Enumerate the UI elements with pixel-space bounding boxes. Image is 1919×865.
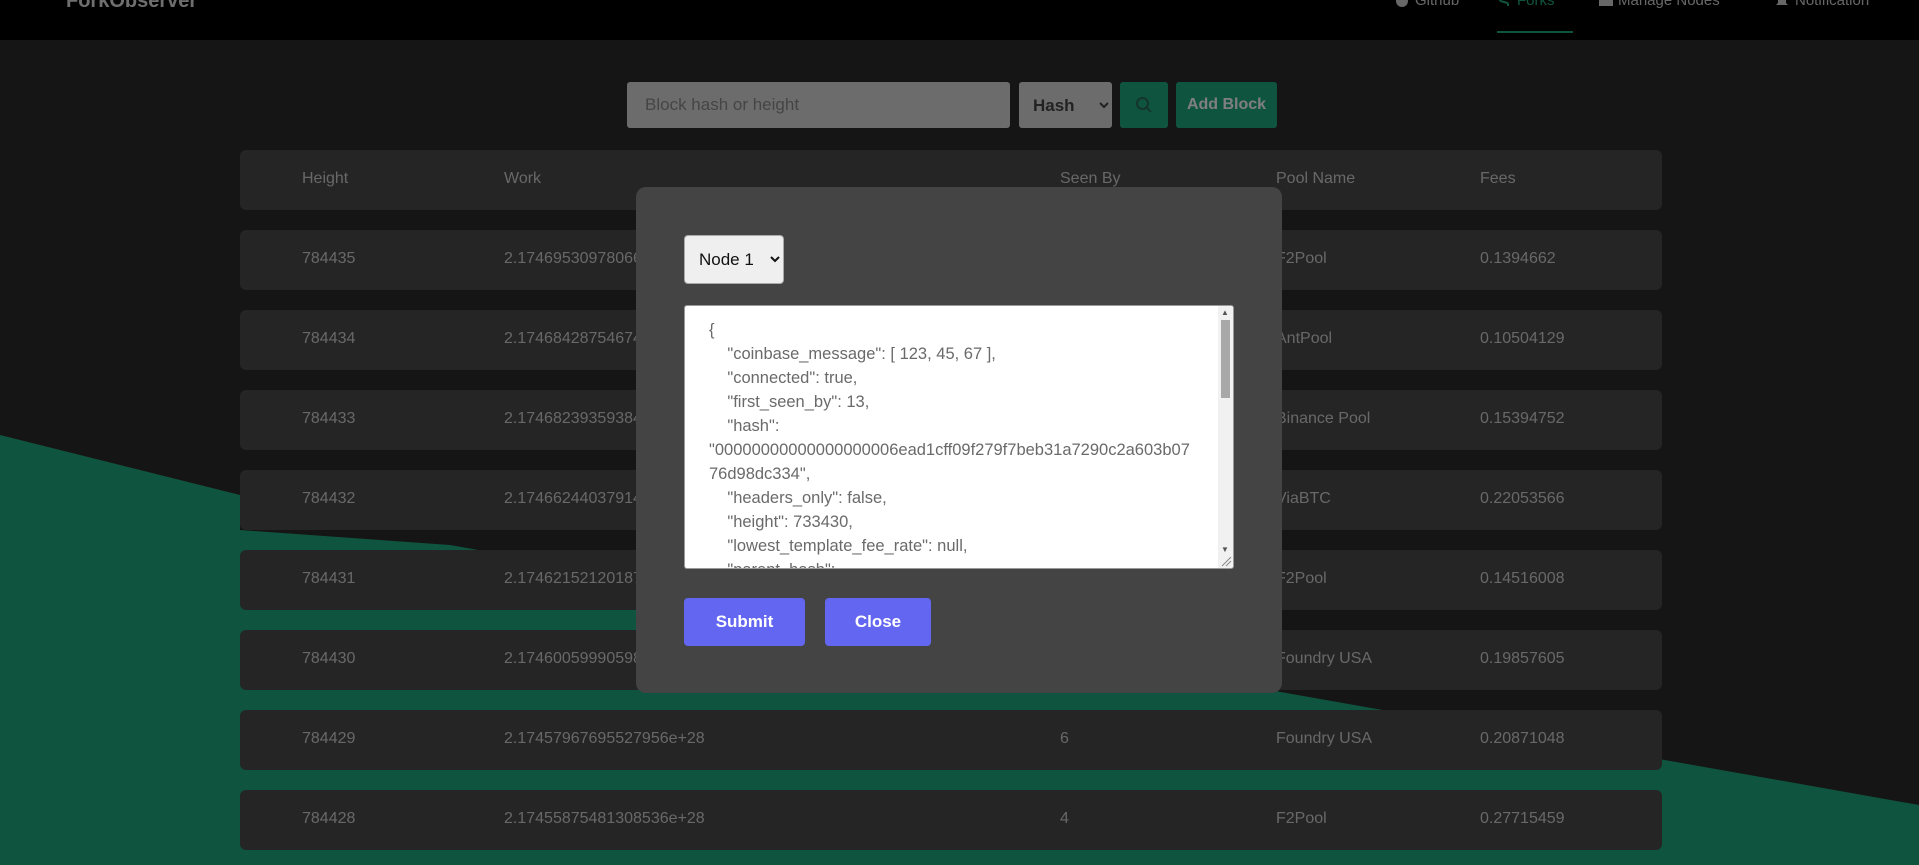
json-content: { "coinbase_message": [ 123, 45, 67 ], "… [709,321,1190,568]
submit-button[interactable]: Submit [684,598,805,646]
scroll-down-arrow-icon[interactable]: ▼ [1221,545,1229,554]
close-button[interactable]: Close [825,598,931,646]
node-select[interactable]: Node 1 [684,235,784,284]
json-textarea[interactable]: { "coinbase_message": [ 123, 45, 67 ], "… [684,305,1234,569]
textarea-scrollbar[interactable]: ▲ ▼ [1218,306,1233,568]
scroll-up-arrow-icon[interactable]: ▲ [1221,308,1229,317]
block-json-modal: Node 1 { "coinbase_message": [ 123, 45, … [636,187,1282,693]
resize-grip-icon[interactable] [1220,555,1232,567]
scroll-thumb[interactable] [1221,320,1230,398]
